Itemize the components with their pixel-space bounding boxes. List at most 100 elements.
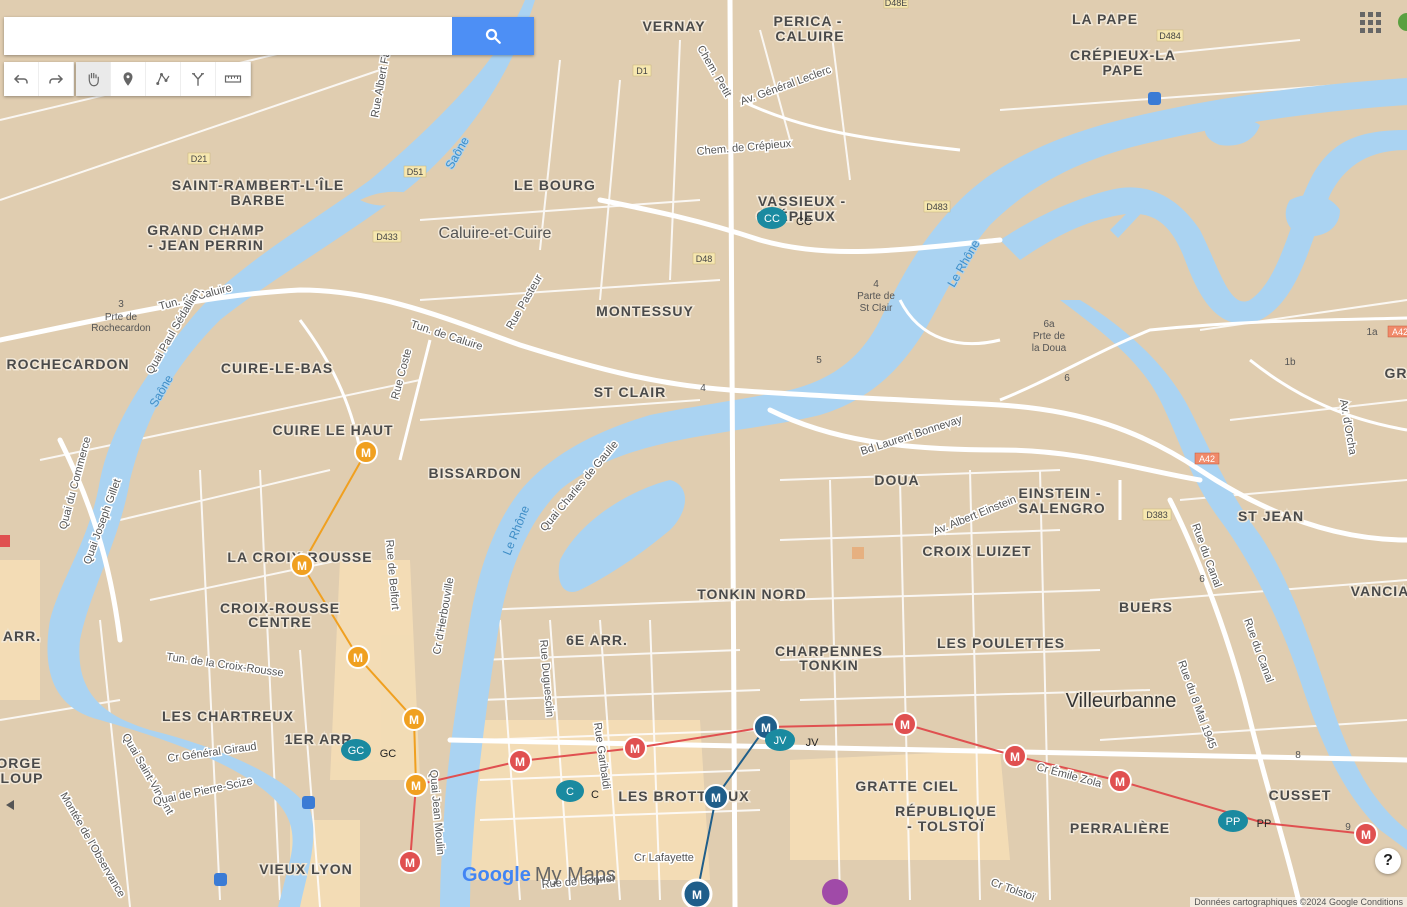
svg-text:M: M: [692, 888, 702, 902]
svg-text:GC: GC: [380, 748, 397, 760]
svg-text:Prte de: Prte de: [1033, 331, 1066, 342]
district-label: - JEAN PERRIN: [148, 237, 264, 253]
metro-marker[interactable]: M: [354, 440, 378, 464]
svg-text:M: M: [630, 742, 640, 756]
road-shield: D48E: [883, 0, 909, 9]
road-shield: A42: [1194, 452, 1220, 465]
road-shield: D21: [187, 152, 211, 165]
district-label: LOUP: [1, 770, 44, 786]
metro-entrance-icon: [0, 535, 10, 547]
search-input[interactable]: [4, 17, 444, 55]
search-button[interactable]: [452, 17, 534, 55]
help-button[interactable]: ?: [1375, 848, 1401, 874]
metro-marker[interactable]: M: [623, 736, 647, 760]
road-shield: D484: [1156, 29, 1184, 42]
svg-text:M: M: [405, 856, 415, 870]
search-icon: [485, 28, 501, 44]
metro-marker[interactable]: M: [402, 707, 426, 731]
search-bar: [4, 17, 534, 55]
district-label: ORGE: [0, 755, 42, 771]
directions-button[interactable]: [181, 62, 216, 96]
marker-icon: [123, 72, 133, 86]
road-shield: D433: [372, 230, 402, 243]
city-label: Villeurbanne: [1066, 690, 1177, 712]
redo-button[interactable]: [39, 62, 74, 96]
svg-text:Parte de: Parte de: [857, 291, 895, 302]
road-shield: D483: [923, 200, 951, 213]
metro-marker[interactable]: M: [681, 878, 713, 907]
exit-number: 4: [700, 383, 706, 394]
district-label: RÉPUBLIQUE: [895, 803, 997, 819]
apps-grid-icon[interactable]: [1360, 12, 1382, 34]
svg-text:PP: PP: [1257, 818, 1272, 830]
district-label: LE BOURG: [514, 177, 596, 193]
road-shield: A42: [1387, 325, 1407, 338]
mymaps-wordmark: My Maps: [534, 864, 617, 886]
svg-text:A42: A42: [1199, 454, 1215, 464]
metro-marker[interactable]: M: [346, 645, 370, 669]
metro-marker[interactable]: M: [290, 553, 314, 577]
svg-text:M: M: [361, 446, 371, 460]
metro-marker[interactable]: M: [404, 773, 428, 797]
metro-marker[interactable]: M: [1003, 744, 1027, 768]
street-label: Cr Lafayette: [634, 852, 694, 864]
district-label: MONTESSUY: [596, 303, 694, 319]
district-label: GR: [1385, 365, 1407, 381]
district-label: CUSSET: [1269, 787, 1332, 803]
district-label: CUIRE-LE-BAS: [221, 360, 333, 376]
train-station-icon: [302, 796, 315, 809]
svg-text:M: M: [1010, 750, 1020, 764]
svg-text:4: 4: [873, 279, 879, 290]
google-my-maps-logo: Google My Maps: [462, 864, 616, 887]
district-label: GRAND CHAMP: [147, 222, 265, 238]
undo-button[interactable]: [4, 62, 39, 96]
metro-marker[interactable]: M: [893, 712, 917, 736]
metro-marker[interactable]: M: [1354, 822, 1378, 846]
hand-icon: [88, 73, 99, 87]
svg-text:A42: A42: [1392, 327, 1407, 337]
undo-icon: [13, 74, 28, 84]
svg-text:D483: D483: [926, 202, 948, 212]
svg-text:M: M: [515, 755, 525, 769]
metro-marker[interactable]: M: [703, 784, 729, 810]
district-label: EINSTEIN -: [1018, 485, 1101, 501]
metro-marker[interactable]: M: [508, 749, 532, 773]
svg-text:CC: CC: [764, 213, 780, 225]
district-label: ROCHECARDON: [7, 356, 130, 372]
svg-text:D484: D484: [1159, 31, 1181, 41]
district-label: VANCIA: [1351, 583, 1407, 599]
svg-text:CC: CC: [796, 216, 812, 228]
bus-icon: [214, 873, 227, 886]
draw-line-icon: [156, 73, 170, 85]
district-label: BISSARDON: [428, 465, 521, 481]
district-label: CROIX LUIZET: [922, 543, 1031, 559]
svg-text:D48: D48: [696, 254, 713, 264]
measure-button[interactable]: [216, 62, 251, 96]
district-label: VIEUX LYON: [259, 861, 353, 877]
district-label: SALENGRO: [1018, 500, 1105, 516]
district-label: - TOLSTOÏ: [907, 818, 985, 834]
draw-line-button[interactable]: [146, 62, 181, 96]
district-label: TONKIN: [799, 657, 858, 673]
svg-text:3: 3: [118, 299, 124, 310]
svg-text:GC: GC: [348, 745, 365, 757]
svg-text:PP: PP: [1226, 816, 1241, 828]
district-label: ST JEAN: [1238, 508, 1304, 524]
district-label: GRATTE CIEL: [855, 778, 958, 794]
exit-number: 1b: [1284, 357, 1296, 368]
add-marker-button[interactable]: [111, 62, 146, 96]
redo-icon: [49, 74, 64, 84]
district-label: SAINT-RAMBERT-L'ÎLE: [172, 176, 344, 193]
exit-number: 6: [1199, 574, 1205, 585]
metro-marker[interactable]: M: [1108, 769, 1132, 793]
road-shield: D48: [692, 252, 716, 265]
svg-text:M: M: [409, 713, 419, 727]
district-label: CALUIRE: [775, 28, 844, 44]
svg-text:D433: D433: [376, 232, 398, 242]
map-toolbar: [4, 62, 251, 96]
district-label: CENTRE: [248, 614, 312, 630]
map-canvas[interactable]: Saône Saône Le Rhône Le Rhône VERNAY PER…: [0, 0, 1407, 907]
metro-marker[interactable]: M: [398, 850, 422, 874]
district-label: LES POULETTES: [937, 635, 1065, 651]
pan-button[interactable]: [76, 62, 111, 96]
